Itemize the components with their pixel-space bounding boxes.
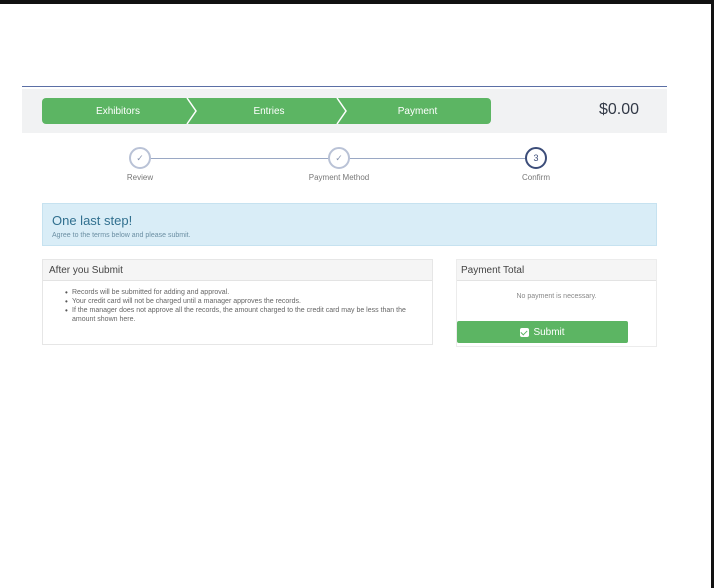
checkout-progress: ✓ Review ✓ Payment Method 3 Confirm <box>22 147 667 187</box>
alert-text: Agree to the terms below and please subm… <box>52 232 191 239</box>
wizard-step-entries[interactable]: Entries <box>194 98 347 124</box>
alert-title: One last step! <box>52 213 133 228</box>
wizard-step-exhibitors[interactable]: Exhibitors <box>42 98 197 124</box>
wizard-step-payment[interactable]: Payment <box>344 98 491 124</box>
after-submit-title: After you Submit <box>43 260 432 281</box>
window-top-border <box>0 0 714 4</box>
cart-total-amount: $0.00 <box>598 101 639 118</box>
list-item: Your credit card will not be charged unt… <box>65 297 420 306</box>
submit-button[interactable]: Submit <box>457 321 628 343</box>
step-number: 3 <box>533 153 539 163</box>
check-icon: ✓ <box>136 152 144 163</box>
checkout-app: Exhibitors Entries Payment $0.00 ✓ Revie… <box>22 86 667 356</box>
progress-node-confirm: 3 <box>525 147 547 169</box>
progress-label-payment-method: Payment Method <box>308 173 370 182</box>
wizard-steps: Exhibitors Entries Payment <box>42 98 491 124</box>
progress-node-payment-method: ✓ <box>328 147 350 169</box>
header-bar: Exhibitors Entries Payment $0.00 <box>22 89 667 133</box>
wizard-step-label: Payment <box>397 105 438 117</box>
payment-total-panel: Payment Total No payment is necessary. S… <box>456 259 657 347</box>
wizard-step-label: Entries <box>253 105 285 117</box>
wizard-step-label: Exhibitors <box>96 105 140 117</box>
checkbox-icon <box>520 327 530 337</box>
submit-label: Submit <box>533 326 565 338</box>
progress-label-review: Review <box>126 173 154 182</box>
list-item: If the manager does not approve all the … <box>65 306 420 324</box>
submit-area: Submit <box>457 260 656 346</box>
list-item: Records will be submitted for adding and… <box>65 288 420 297</box>
progress-node-review: ✓ <box>129 147 151 169</box>
progress-label-confirm: Confirm <box>521 173 550 182</box>
after-submit-list: Records will be submitted for adding and… <box>43 281 432 324</box>
chevron-right-icon <box>336 98 347 124</box>
info-alert: One last step! Agree to the terms below … <box>42 203 657 246</box>
chevron-right-icon <box>186 98 197 124</box>
check-icon: ✓ <box>335 152 343 163</box>
after-submit-panel: After you Submit Records will be submitt… <box>42 259 433 345</box>
